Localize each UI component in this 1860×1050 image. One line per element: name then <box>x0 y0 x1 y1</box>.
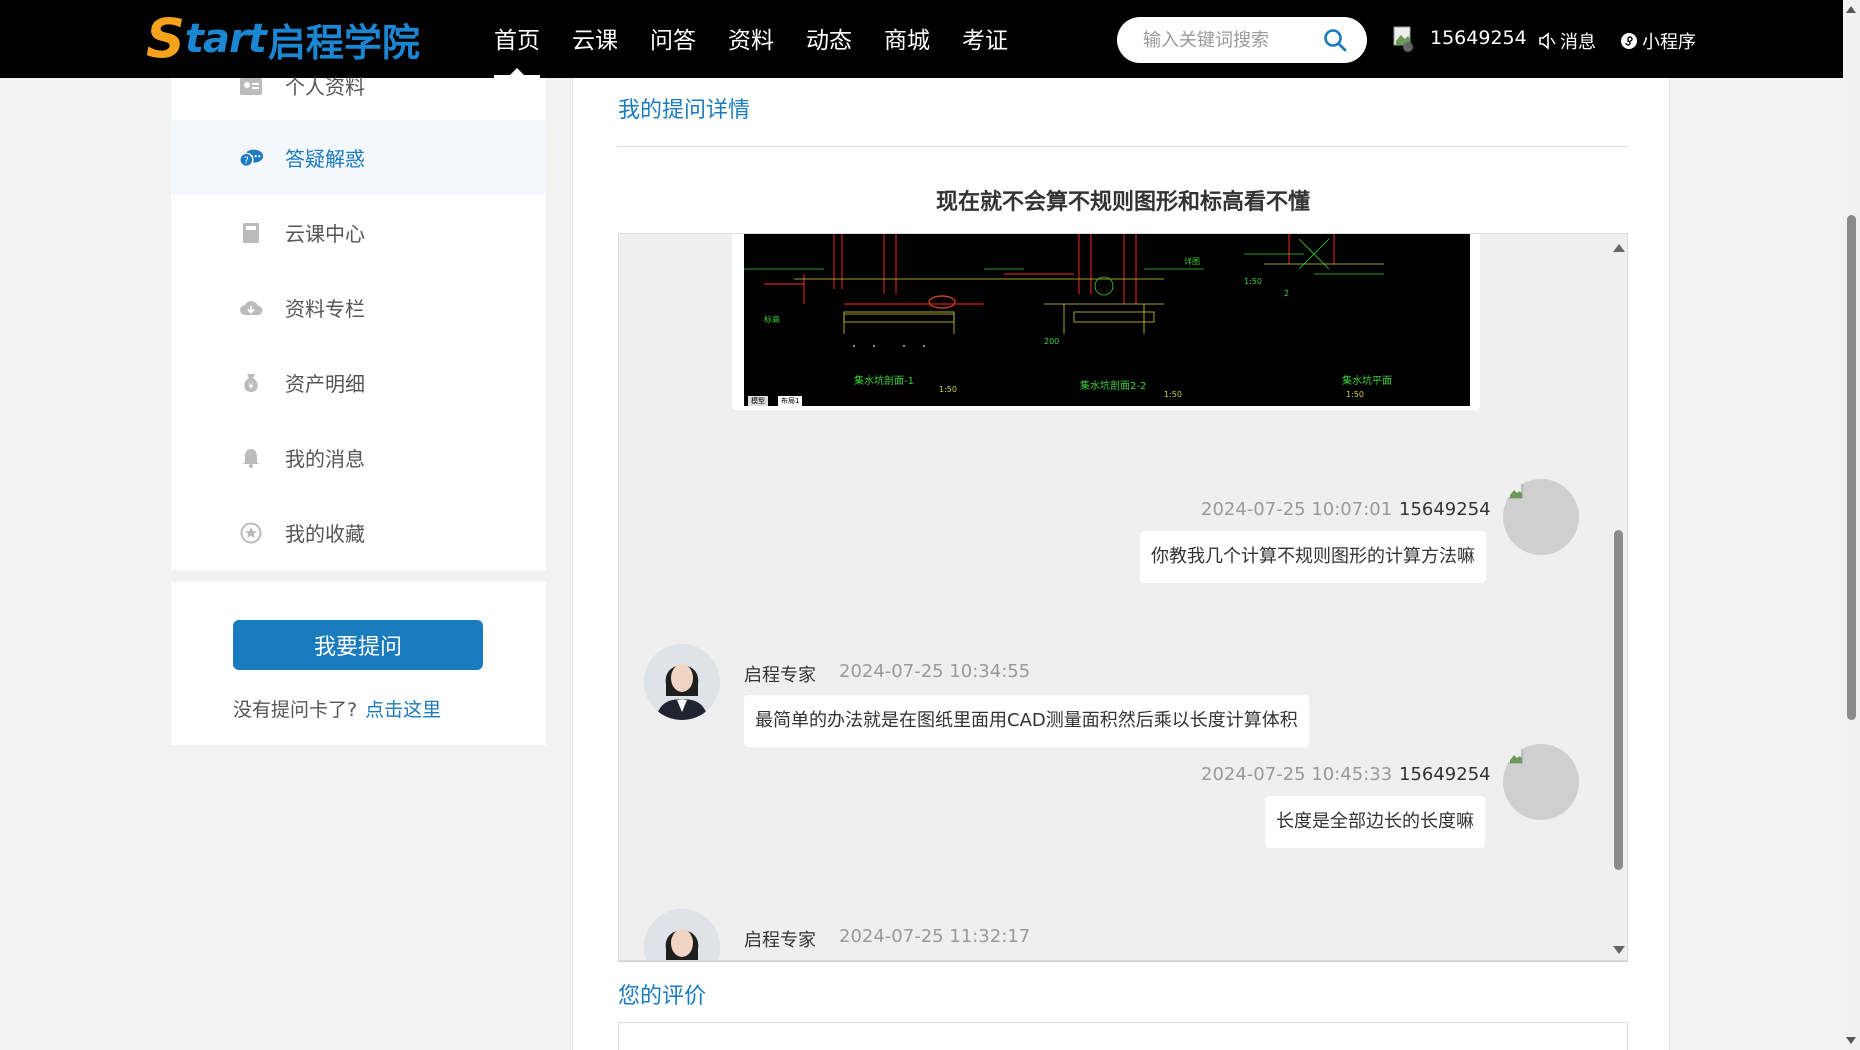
cad-drawing: 标高 详图 1:50 2 200 集水坑剖面-1 集水坑剖面2-2 集水坑平面 1:5… <box>744 234 1392 399</box>
message-time: 2024-07-25 10:07:01 <box>1201 499 1393 520</box>
cad-drawing-image[interactable]: 标高 详图 1:50 2 200 集水坑剖面-1 集水坑剖面2-2 集水坑平面 1:5… <box>744 234 1470 406</box>
sidebar-item-materials[interactable]: 资料专栏 <box>171 270 546 345</box>
sidebar-item-cloud-course[interactable]: 云课中心 <box>171 195 546 270</box>
user-avatar-broken-icon[interactable] <box>1392 25 1416 53</box>
messages-link[interactable]: 消息 <box>1538 28 1596 54</box>
expert-avatar <box>644 644 720 720</box>
message-time: 2024-07-25 10:34:55 <box>839 661 1031 682</box>
miniprogram-label: 小程序 <box>1642 32 1696 53</box>
sidebar-item-label: 我的消息 <box>285 447 365 471</box>
svg-text:200: 200 <box>1044 337 1059 346</box>
no-card-hint: 没有提问卡了? 点击这里 <box>233 695 441 722</box>
sidebar-item-qa[interactable]: ? 答疑解惑 <box>171 120 546 195</box>
book-icon <box>238 220 264 246</box>
profile-card-icon <box>238 73 264 99</box>
page-scrollbar[interactable] <box>1843 0 1860 1050</box>
sidebar-item-assets[interactable]: ¥ 资产明细 <box>171 345 546 420</box>
svg-text:1:50: 1:50 <box>1244 277 1262 286</box>
evaluation-box[interactable] <box>618 1022 1628 1050</box>
message-username: 启程专家 <box>744 665 816 686</box>
chat-scroll-thumb[interactable] <box>1614 530 1623 870</box>
messages-label: 消息 <box>1560 32 1596 53</box>
page-title: 我的提问详情 <box>618 98 751 123</box>
cad-tab-layout[interactable]: 布局1 <box>778 396 803 406</box>
divider <box>618 961 1628 962</box>
message-username: 启程专家 <box>744 930 816 951</box>
question-title: 现在就不会算不规则图形和标高看不懂 <box>935 190 1310 215</box>
search-box <box>1117 17 1367 63</box>
svg-text:标高: 标高 <box>764 314 780 324</box>
sidebar-item-label: 个人资料 <box>285 75 365 99</box>
expert-avatar <box>644 909 720 960</box>
cad-scale-2: 1:50 <box>1164 390 1182 399</box>
svg-text:?: ? <box>244 155 249 166</box>
nav-certification[interactable]: 考证 <box>962 0 1008 78</box>
message-username: 15649254 <box>1399 764 1491 785</box>
broken-image-icon <box>1507 748 1523 764</box>
scroll-up-icon[interactable] <box>1613 244 1625 252</box>
cad-scale-3: 1:50 <box>1346 390 1364 399</box>
svg-text:¥: ¥ <box>248 382 254 392</box>
sidebar-item-profile[interactable]: 个人资料 <box>171 48 546 123</box>
search-icon[interactable] <box>1323 28 1347 52</box>
svg-text:详图: 详图 <box>1184 256 1200 266</box>
username[interactable]: 15649254 <box>1430 27 1527 49</box>
cad-scale-1: 1:50 <box>939 385 957 394</box>
ask-panel: 我要提问 没有提问卡了? 点击这里 <box>171 582 546 745</box>
chat-panel[interactable]: 标高 详图 1:50 2 200 集水坑剖面-1 集水坑剖面2-2 集水坑平面 1:5… <box>618 233 1628 961</box>
click-here-link[interactable]: 点击这里 <box>365 699 441 721</box>
page-scroll-down-icon[interactable] <box>1846 1037 1856 1044</box>
evaluation-title: 您的评价 <box>618 984 707 1009</box>
star-circle-icon <box>238 520 264 546</box>
avatar <box>1503 479 1579 555</box>
cad-label-2: 集水坑剖面2-2 <box>1080 379 1146 392</box>
message-time: 2024-07-25 10:45:33 <box>1201 764 1393 785</box>
sidebar-item-favorites[interactable]: 我的收藏 <box>171 495 546 570</box>
svg-text:2: 2 <box>1284 289 1289 298</box>
nav-feed[interactable]: 动态 <box>806 0 852 78</box>
message-username: 15649254 <box>1399 499 1491 520</box>
bell-icon <box>238 445 264 471</box>
nav-mall[interactable]: 商城 <box>884 0 930 78</box>
expert-portrait-icon <box>644 644 720 720</box>
sidebar-item-label: 云课中心 <box>285 222 365 246</box>
broken-image-icon <box>1507 483 1523 499</box>
search-input[interactable] <box>1143 27 1313 53</box>
sidebar-item-label: 答疑解惑 <box>285 147 365 171</box>
sidebar-item-messages[interactable]: 我的消息 <box>171 420 546 495</box>
miniprogram-link[interactable]: 小程序 <box>1620 28 1696 54</box>
sidebar-item-label: 我的收藏 <box>285 522 365 546</box>
message-bubble: 你教我几个计算不规则图形的计算方法嘛 <box>1140 531 1486 583</box>
qa-bubble-icon: ? <box>238 145 264 171</box>
page-scroll-thumb[interactable] <box>1847 215 1856 720</box>
sidebar-item-label: 资产明细 <box>285 372 365 396</box>
cad-tab-model[interactable]: 模型 <box>748 396 768 406</box>
main-nav: 首页 云课 问答 资料 动态 商城 考证 <box>494 0 1040 78</box>
nav-cloud-course[interactable]: 云课 <box>572 0 618 78</box>
speaker-icon <box>1539 32 1556 50</box>
main-content: 我的提问详情 现在就不会算不规则图形和标高看不懂 标高 详图 1:50 2 20… <box>572 78 1670 1050</box>
attached-image-card[interactable]: 标高 详图 1:50 2 200 集水坑剖面-1 集水坑剖面2-2 集水坑平面 1:5… <box>732 234 1480 410</box>
nav-qa[interactable]: 问答 <box>650 0 696 78</box>
sidebar-item-label: 资料专栏 <box>285 297 365 321</box>
cad-label-1: 集水坑剖面-1 <box>854 374 914 387</box>
ask-question-button[interactable]: 我要提问 <box>233 620 483 670</box>
sidebar: 个人资料 ? 答疑解惑 云课中心 资料专栏 ¥ 资产明细 我的消息 我的收藏 <box>171 75 546 570</box>
message-bubble: 长度是全部边长的长度嘛 <box>1265 796 1485 848</box>
no-card-text: 没有提问卡了? <box>233 699 358 721</box>
page-scroll-up-icon[interactable] <box>1846 6 1856 13</box>
divider <box>618 146 1628 147</box>
scroll-down-icon[interactable] <box>1613 946 1625 954</box>
message-bubble: 最简单的办法就是在图纸里面用CAD测量面积然后乘以长度计算体积 <box>744 695 1309 747</box>
money-bag-icon: ¥ <box>238 370 264 396</box>
message-time: 2024-07-25 11:32:17 <box>839 926 1031 947</box>
expert-portrait-icon <box>644 909 720 960</box>
avatar <box>1503 744 1579 820</box>
miniprogram-icon <box>1621 33 1637 49</box>
chat-scrollbar[interactable] <box>1609 234 1627 960</box>
nav-materials[interactable]: 资料 <box>728 0 774 78</box>
cloud-download-icon <box>238 295 264 321</box>
cad-label-3: 集水坑平面 <box>1342 374 1392 387</box>
